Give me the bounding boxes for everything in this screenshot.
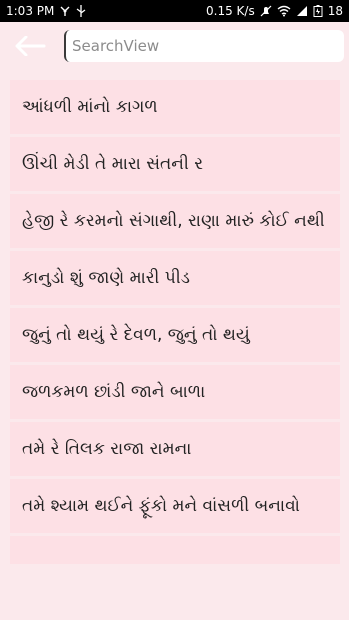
status-time: 1:03 PM xyxy=(6,4,55,18)
notification-off-icon xyxy=(260,5,272,17)
share-icon xyxy=(59,5,71,17)
battery-icon xyxy=(313,5,323,17)
wifi-icon xyxy=(277,5,291,17)
signal-icon xyxy=(296,5,308,17)
search-input[interactable] xyxy=(64,30,344,62)
list-item[interactable]: તમે રે તિલક રાજા રામના xyxy=(10,422,340,479)
status-bar: 1:03 PM 0.15 K/s 18 xyxy=(0,0,349,22)
list-item[interactable]: કાનુડો શું જાણે મારી પીડ xyxy=(10,251,340,308)
list-item[interactable]: હેજી રે કરમનો સંગાથી, રાણા મારું કોઈ નથી xyxy=(10,194,340,251)
list-item[interactable]: તમે શ્યામ થઈને ફૂંકો મને વાંસળી બનાવો xyxy=(10,479,340,536)
list-item[interactable]: આંધળી માંનો કાગળ xyxy=(10,80,340,137)
list-item[interactable]: ઊંચી મેડી તે મારા સંતની ર xyxy=(10,137,340,194)
list-item[interactable]: જુનું તો થયું રે દેવળ, જુનું તો થયું xyxy=(10,308,340,365)
back-button[interactable] xyxy=(8,30,52,62)
app-bar xyxy=(0,22,349,70)
list-item[interactable]: જળકમળ છાંડી જાને બાળા xyxy=(10,365,340,422)
list-item[interactable] xyxy=(10,536,340,567)
usb-icon xyxy=(76,5,86,17)
arrow-left-icon xyxy=(14,36,46,56)
song-list: આંધળી માંનો કાગળ ઊંચી મેડી તે મારા સંતની… xyxy=(10,80,340,567)
status-speed: 0.15 K/s xyxy=(206,4,255,18)
battery-level: 18 xyxy=(327,4,343,18)
